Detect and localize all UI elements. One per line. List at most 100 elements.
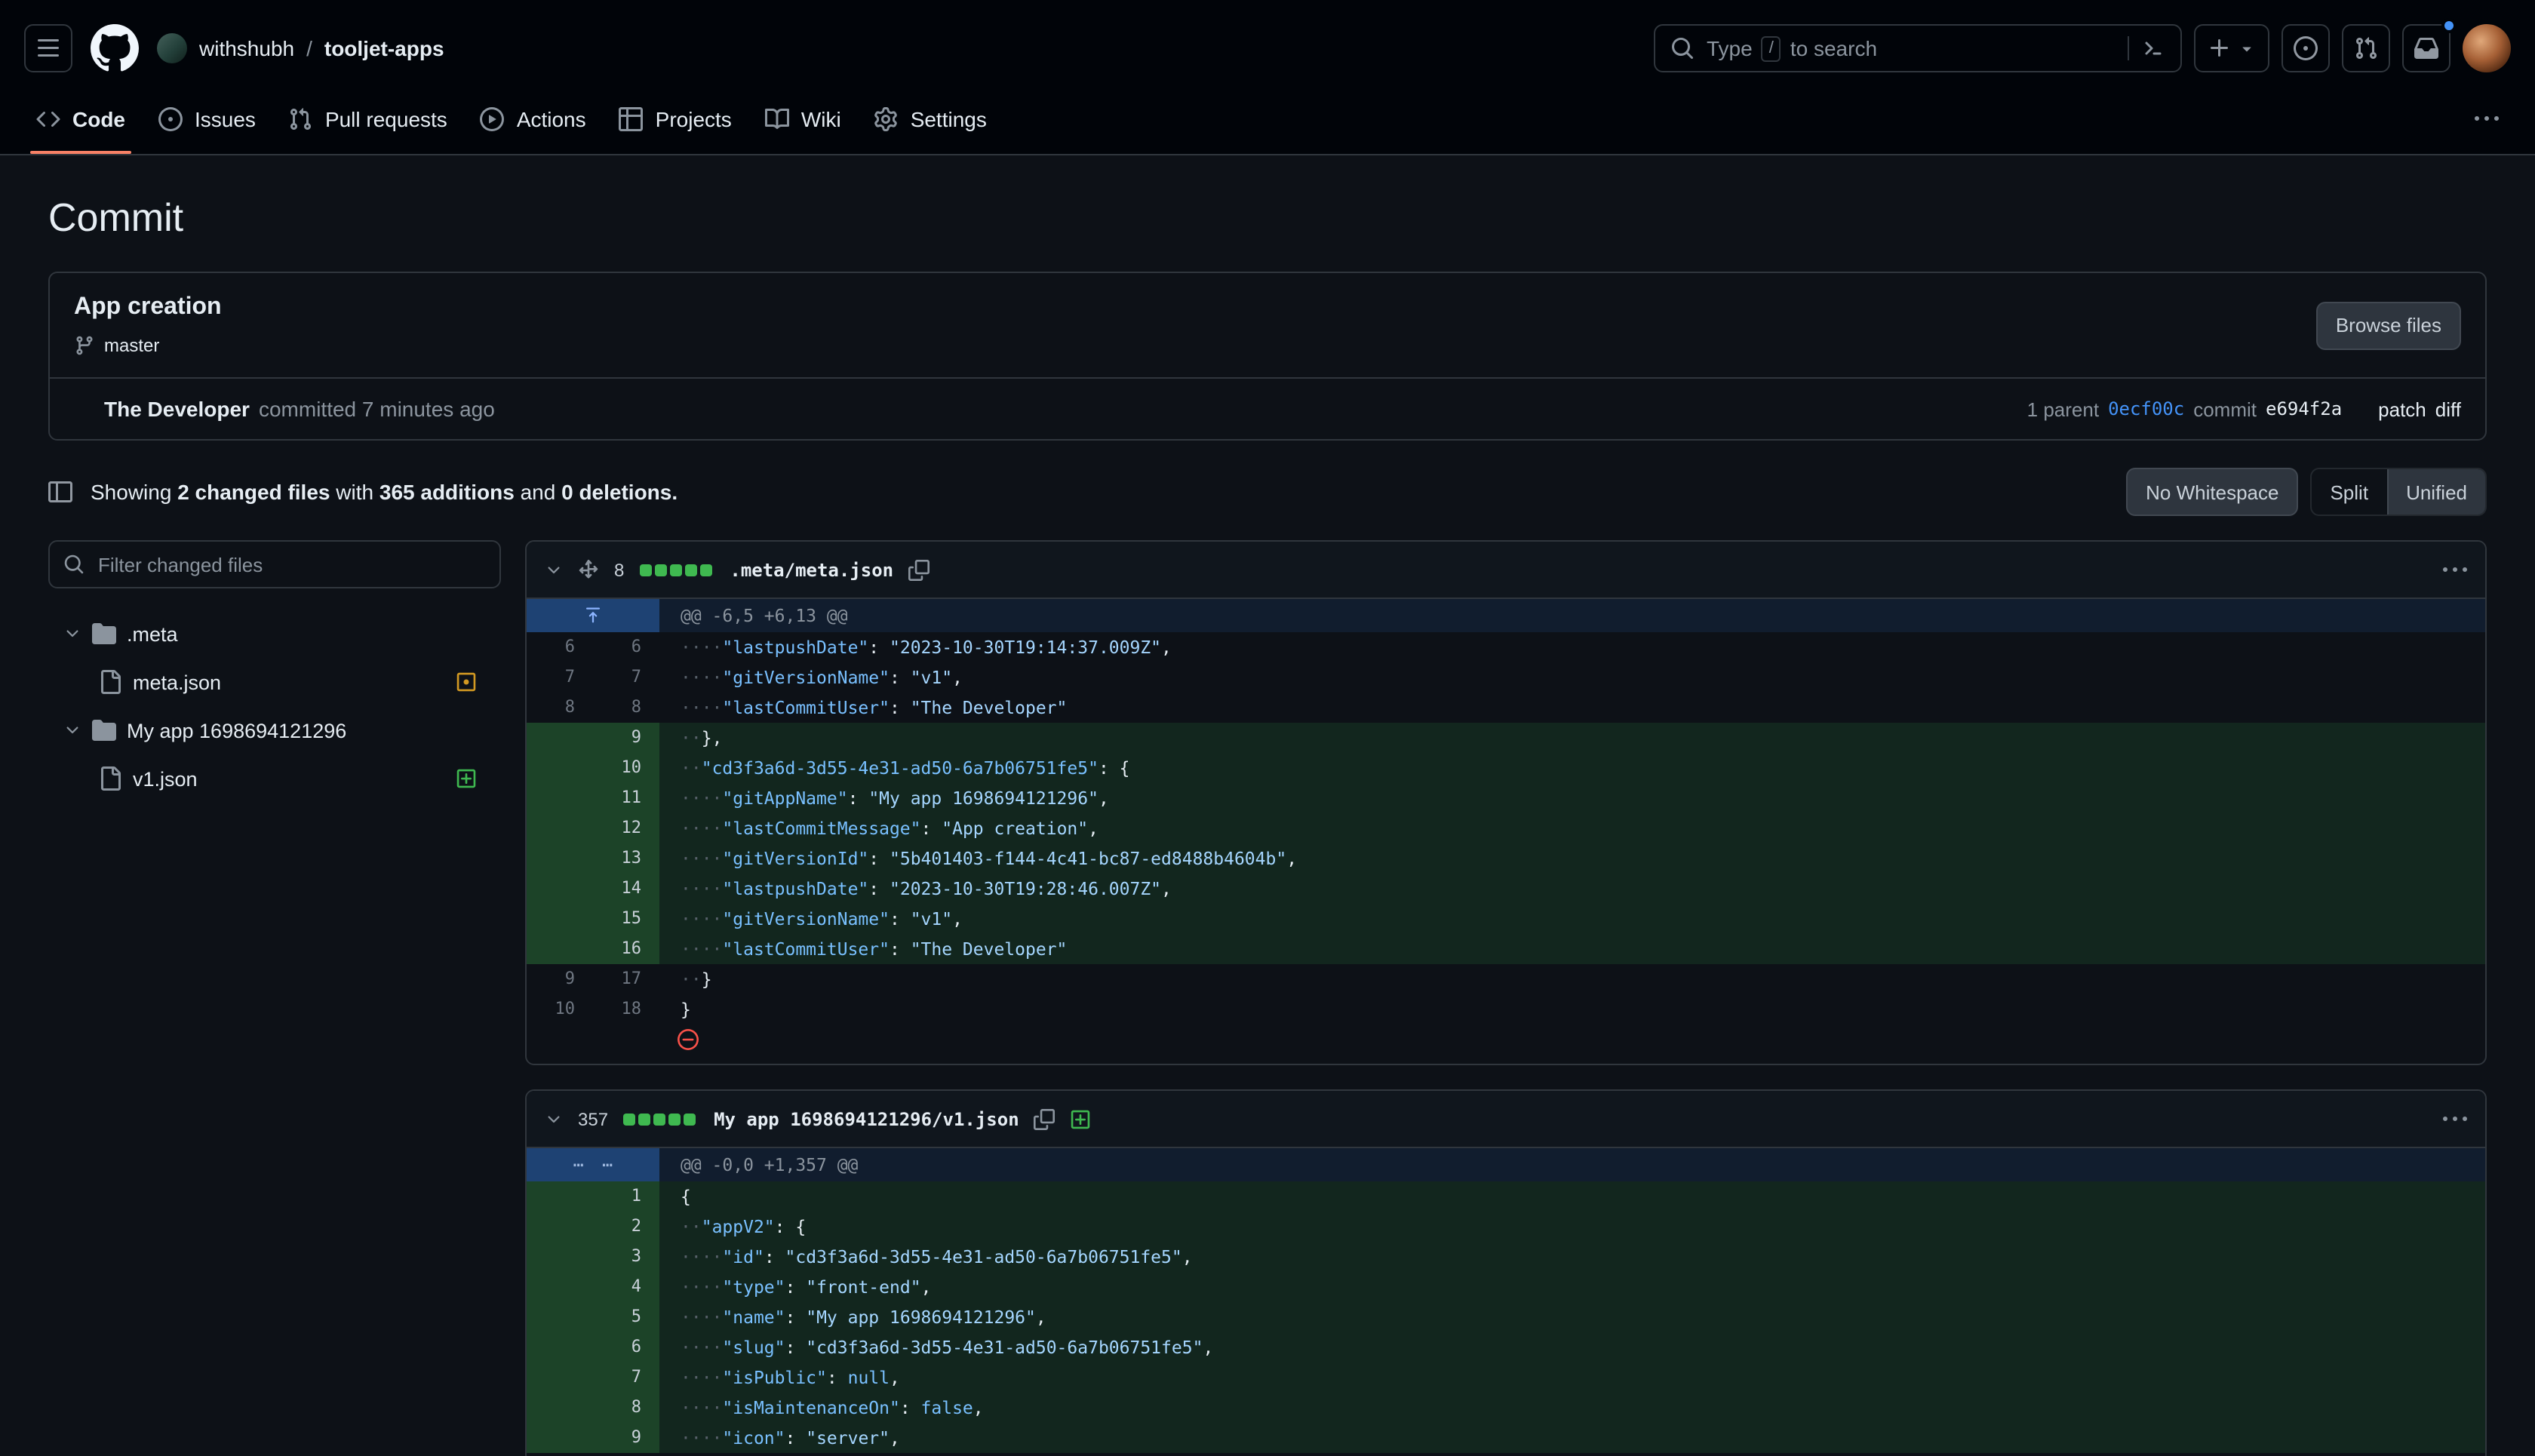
search-icon — [63, 554, 84, 575]
tree-file-meta-json[interactable]: meta.json — [48, 658, 501, 706]
unified-view-button[interactable]: Unified — [2386, 469, 2485, 515]
tab-label: Settings — [911, 107, 987, 131]
code-line: ··} — [659, 964, 2485, 994]
tab-actions[interactable]: Actions — [469, 84, 598, 154]
toggle-file-tree-button[interactable] — [48, 480, 72, 504]
github-logo[interactable] — [91, 24, 139, 72]
hunk-expand-control[interactable]: ⋯⋯ — [527, 1148, 659, 1181]
pull-requests-dashboard-button[interactable] — [2342, 24, 2390, 72]
branch-name[interactable]: master — [104, 335, 159, 356]
code-line: ····"gitVersionName": "v1", — [659, 904, 2485, 934]
diff-row: 1018} — [527, 994, 2485, 1024]
new-line-number: 8 — [593, 693, 659, 723]
tab-wiki[interactable]: Wiki — [753, 84, 853, 154]
old-line-number — [527, 1332, 593, 1362]
notifications-button[interactable] — [2402, 24, 2450, 72]
sidebar-icon — [48, 480, 72, 504]
tree-folder-my-app[interactable]: My app 1698694121296 — [48, 706, 501, 754]
tree-folder-label: .meta — [127, 622, 178, 645]
code-line: ····"lastCommitUser": "The Developer" — [659, 934, 2485, 964]
diff-row: 13····"gitVersionId": "5b401403-f144-4c4… — [527, 843, 2485, 874]
old-line-number — [527, 1272, 593, 1302]
hunk-row: ⋯⋯@@ -0,0 +1,357 @@ — [527, 1148, 2485, 1181]
diffstat-square — [653, 1113, 665, 1125]
inbox-icon — [2414, 36, 2438, 60]
diff-row: 2··"appV2": { — [527, 1212, 2485, 1242]
copy-path-icon[interactable] — [1034, 1108, 1055, 1129]
breadcrumb: withshubh / tooljet-apps — [157, 33, 444, 63]
tab-projects[interactable]: Projects — [607, 84, 744, 154]
split-view-button[interactable]: Split — [2312, 469, 2386, 515]
diff-link[interactable]: diff — [2435, 398, 2461, 420]
new-line-number: 13 — [593, 843, 659, 874]
tab-label: Wiki — [801, 107, 841, 131]
breadcrumb-separator: / — [306, 36, 312, 60]
user-avatar[interactable] — [2463, 24, 2511, 72]
tab-issues[interactable]: Issues — [146, 84, 268, 154]
code-line: ····"name": "My app 1698694121296", — [659, 1302, 2485, 1332]
commit-message: App creation — [74, 294, 222, 321]
global-search[interactable]: Type / to search — [1654, 24, 2182, 72]
header-actions: Type / to search — [1654, 24, 2511, 72]
file-options-icon[interactable] — [2443, 558, 2467, 582]
hamburger-menu-button[interactable] — [24, 24, 72, 72]
tab-code[interactable]: Code — [24, 84, 137, 154]
commit-author[interactable]: The Developer — [104, 397, 250, 421]
collapse-file-chevron-icon[interactable] — [545, 1110, 563, 1128]
parent-sha[interactable]: 0ecf00c — [2108, 398, 2184, 419]
code-line: ··}, — [659, 723, 2485, 753]
file-options-icon[interactable] — [2443, 1107, 2467, 1131]
header-row: withshubh / tooljet-apps Type / to searc… — [24, 24, 2511, 72]
code-line — [659, 1024, 2485, 1055]
tab-pull-requests[interactable]: Pull requests — [277, 84, 459, 154]
tab-label: Issues — [195, 107, 256, 131]
filter-wrap — [48, 540, 501, 588]
content-columns: .meta meta.json My app 1698694121296 — [48, 540, 2487, 1456]
hamburger-icon — [36, 36, 60, 60]
drag-handle-icon[interactable] — [578, 559, 599, 580]
commit-sha: e694f2a — [2266, 398, 2342, 419]
issues-dashboard-button[interactable] — [2282, 24, 2330, 72]
diff-file-section: 8.meta/meta.json@@ -6,5 +6,13 @@66····"l… — [525, 540, 2487, 1065]
tree-folder-meta[interactable]: .meta — [48, 610, 501, 658]
nav-overflow-button[interactable] — [2463, 95, 2511, 143]
whitespace-button[interactable]: No Whitespace — [2126, 468, 2298, 516]
parent-label: 1 parent — [2027, 398, 2099, 420]
table-icon — [619, 107, 644, 131]
expand-dots-icon: ⋯ — [573, 1148, 584, 1181]
old-line-number — [527, 1362, 593, 1393]
new-line-number — [593, 1024, 659, 1055]
filter-files-input[interactable] — [48, 540, 501, 588]
search-placeholder: Type / to search — [1707, 35, 1877, 61]
collapse-file-chevron-icon[interactable] — [545, 561, 563, 579]
tree-file-v1-json[interactable]: v1.json — [48, 754, 501, 803]
book-icon — [765, 107, 789, 131]
search-right — [2128, 36, 2165, 60]
code-line: ····"id": "cd3f3a6d-3d55-4e31-ad50-6a7b0… — [659, 1242, 2485, 1272]
browse-files-button[interactable]: Browse files — [2316, 301, 2461, 349]
old-line-number — [527, 1212, 593, 1242]
hunk-expand-control[interactable] — [527, 599, 659, 632]
commit-card: App creation master Browse files The Dev… — [48, 272, 2487, 441]
diff-toolbar: Showing 2 changed files with 365 additio… — [48, 468, 2487, 516]
commit-meta-right: 1 parent 0ecf00c commit e694f2a patch di… — [2027, 398, 2461, 420]
command-palette-icon[interactable] — [2141, 36, 2165, 60]
git-branch-icon — [74, 335, 95, 356]
diff-row: 77····"gitVersionName": "v1", — [527, 662, 2485, 693]
folder-icon — [92, 622, 116, 646]
issue-opened-icon — [2294, 36, 2318, 60]
copy-path-icon[interactable] — [908, 559, 930, 580]
patch-link[interactable]: patch — [2378, 398, 2426, 420]
diffstat-square — [639, 564, 651, 576]
tab-settings[interactable]: Settings — [862, 84, 999, 154]
diff-row: 6····"slug": "cd3f3a6d-3d55-4e31-ad50-6a… — [527, 1332, 2485, 1362]
breadcrumb-repo[interactable]: tooljet-apps — [324, 36, 444, 60]
owner-avatar — [157, 33, 187, 63]
old-line-number — [527, 1242, 593, 1272]
diff-modified-icon — [456, 671, 477, 693]
tree-file-label: v1.json — [133, 767, 198, 790]
commit-action-text: committed 7 minutes ago — [259, 397, 495, 421]
create-new-button[interactable] — [2194, 24, 2269, 72]
breadcrumb-owner[interactable]: withshubh — [199, 36, 294, 60]
code-line: ··"appV2": { — [659, 1212, 2485, 1242]
